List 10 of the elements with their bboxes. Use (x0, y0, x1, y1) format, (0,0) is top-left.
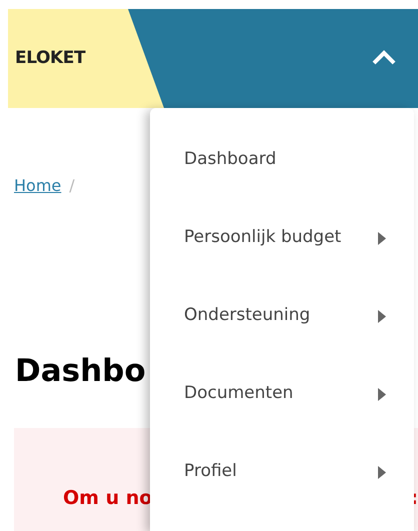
menu-item[interactable]: Ondersteuning (150, 277, 414, 355)
menu-item[interactable]: Persoonlijk budget (150, 199, 414, 277)
menu-item[interactable]: Dashboard (150, 121, 414, 199)
chevron-up-icon (371, 50, 397, 66)
breadcrumb-separator: / (69, 175, 75, 197)
menu-item[interactable]: Documenten (150, 355, 414, 433)
home-link[interactable]: Home (14, 174, 62, 198)
logo-text: ELOKET (15, 46, 86, 70)
page-heading: Dashbo (15, 356, 146, 387)
menu-item[interactable]: Profiel (150, 433, 414, 511)
